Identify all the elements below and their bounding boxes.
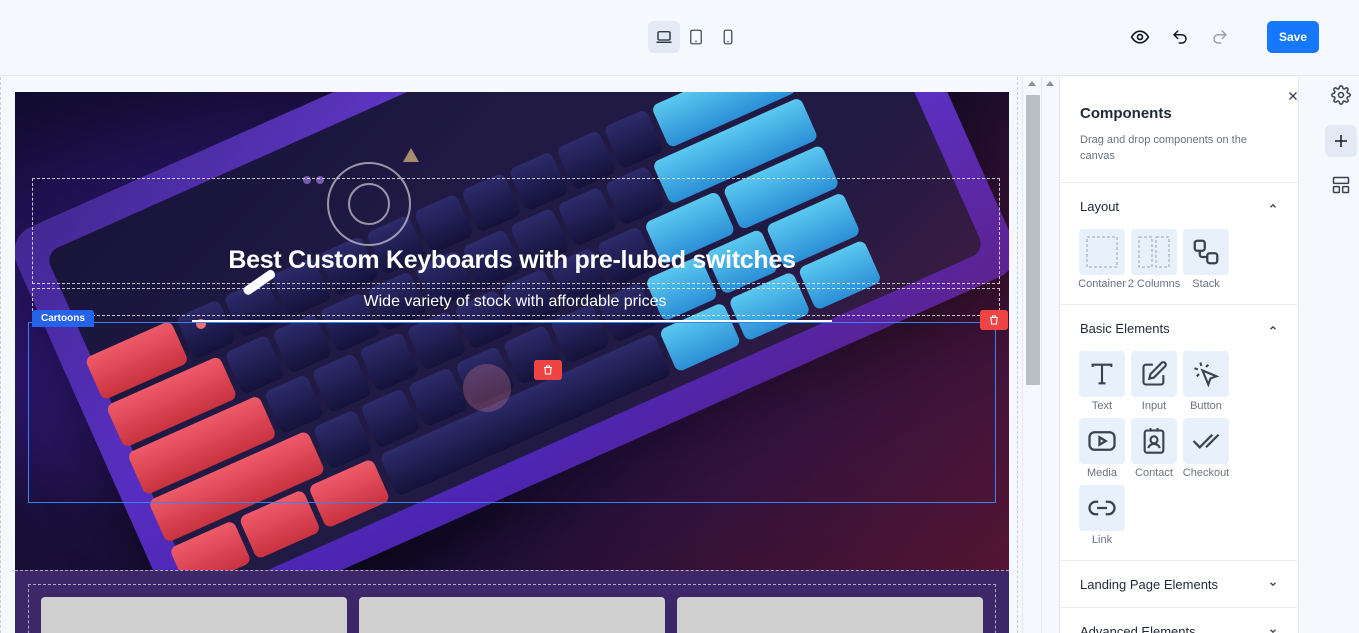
undo-icon: [1173, 30, 1187, 44]
hero-subtitle[interactable]: Wide variety of stock with affordable pr…: [15, 293, 1009, 311]
chevron-up-icon: [1270, 203, 1276, 208]
mobile-icon: [723, 29, 733, 45]
settings-button[interactable]: [1325, 79, 1357, 111]
component-checkout[interactable]: Checkout: [1183, 418, 1229, 479]
layout-section-header[interactable]: Layout: [1080, 183, 1278, 229]
add-components-button[interactable]: [1325, 125, 1357, 157]
component-text[interactable]: Text: [1079, 351, 1125, 412]
section-title: Basic Elements: [1080, 320, 1170, 336]
redo-icon: [1213, 30, 1227, 44]
tablet-view-button[interactable]: [680, 21, 712, 53]
delete-section-button[interactable]: [980, 310, 1008, 330]
component-media[interactable]: Media: [1079, 418, 1125, 479]
top-toolbar: Save: [0, 0, 1359, 76]
redo-button[interactable]: [1207, 21, 1233, 53]
checkout-icon: [1192, 433, 1220, 449]
input-icon: [1142, 361, 1167, 386]
editor-canvas[interactable]: Best Custom Keyboards with pre-lubed swi…: [0, 77, 1041, 633]
layout-section: Layout Container 2 Columns Stack: [1060, 183, 1298, 305]
right-rail: [1316, 77, 1359, 633]
selected-element-outline[interactable]: [28, 322, 996, 503]
chevron-down-icon: [1270, 582, 1276, 587]
component-input[interactable]: Input: [1131, 351, 1177, 412]
media-icon: [1088, 431, 1116, 451]
device-switcher: [648, 21, 744, 53]
scroll-thumb[interactable]: [1026, 95, 1040, 385]
tablet-icon: [690, 29, 702, 45]
product-card[interactable]: [359, 597, 665, 633]
component-label: Media: [1087, 467, 1117, 479]
landing-page-elements-section: Landing Page Elements: [1060, 561, 1298, 608]
component-button[interactable]: Button: [1183, 351, 1229, 412]
contact-icon: [1143, 428, 1165, 454]
panel-description: Drag and drop components on the canvas: [1080, 134, 1247, 162]
button-icon: [1194, 362, 1220, 388]
panel-scrollbar[interactable]: [1041, 77, 1059, 633]
component-label: Container: [1078, 278, 1126, 290]
eye-icon: [1130, 30, 1150, 44]
trash-icon: [544, 365, 552, 375]
mobile-view-button[interactable]: [712, 21, 744, 53]
save-button[interactable]: Save: [1267, 21, 1319, 53]
scroll-up-arrow[interactable]: [1028, 81, 1036, 86]
desktop-view-button[interactable]: [648, 21, 680, 53]
stack-icon: [1193, 239, 1219, 265]
component-label: Button: [1190, 400, 1222, 412]
component-container[interactable]: Container: [1078, 229, 1126, 290]
component-link[interactable]: Link: [1079, 485, 1125, 546]
panel-title: Components: [1080, 105, 1172, 122]
preview-button[interactable]: [1127, 21, 1153, 53]
hero-title[interactable]: Best Custom Keyboards with pre-lubed swi…: [15, 246, 1009, 275]
section-title: Layout: [1080, 198, 1120, 214]
basic-elements-section-header[interactable]: Basic Elements: [1080, 305, 1278, 351]
components-panel: Components Drag and drop components on t…: [1059, 77, 1299, 633]
columns-icon: [1138, 236, 1170, 268]
close-icon[interactable]: [1286, 89, 1300, 103]
undo-button[interactable]: [1167, 21, 1193, 53]
landing-page-elements-section-header[interactable]: Landing Page Elements: [1080, 561, 1278, 607]
component-contact[interactable]: Contact: [1131, 418, 1177, 479]
component-label: 2 Columns: [1127, 278, 1181, 290]
advanced-elements-section: Advanced Elements: [1060, 608, 1298, 633]
text-icon: [1091, 363, 1113, 385]
component-2-columns[interactable]: 2 Columns: [1128, 229, 1180, 290]
chevron-up-icon: [1270, 325, 1276, 330]
selected-element-tag[interactable]: Cartoons: [32, 310, 94, 327]
subtitle-underline: [192, 320, 832, 322]
component-label: Stack: [1192, 278, 1220, 290]
component-label: Checkout: [1182, 467, 1230, 479]
component-label: Text: [1091, 400, 1113, 412]
component-stack[interactable]: Stack: [1183, 229, 1229, 290]
component-label: Input: [1141, 400, 1167, 412]
settings-icon: [1331, 85, 1351, 105]
section-title: Landing Page Elements: [1080, 576, 1219, 592]
chevron-down-icon: [1270, 629, 1276, 633]
layout-icon: [1332, 176, 1350, 194]
component-label: Link: [1091, 534, 1113, 546]
link-icon: [1088, 500, 1116, 516]
basic-elements-section: Basic Elements Text Input Button Media C…: [1060, 305, 1298, 561]
product-card[interactable]: [677, 597, 983, 633]
panel-header: Components Drag and drop components on t…: [1060, 77, 1298, 183]
laptop-icon: [656, 31, 672, 43]
plus-icon: [1335, 135, 1347, 147]
top-actions: Save: [1127, 21, 1319, 53]
layers-button[interactable]: [1325, 169, 1357, 201]
trash-icon: [990, 315, 998, 325]
container-icon: [1086, 236, 1118, 268]
hero-section[interactable]: Best Custom Keyboards with pre-lubed swi…: [15, 92, 1009, 570]
canvas-scrollbar[interactable]: [1022, 77, 1041, 633]
section-title: Advanced Elements: [1080, 623, 1196, 633]
scroll-up-arrow[interactable]: [1046, 81, 1054, 86]
component-label: Contact: [1135, 467, 1173, 479]
products-section[interactable]: [15, 570, 1009, 633]
advanced-elements-section-header[interactable]: Advanced Elements: [1080, 608, 1278, 633]
delete-element-button[interactable]: [534, 360, 562, 380]
product-card[interactable]: [41, 597, 347, 633]
